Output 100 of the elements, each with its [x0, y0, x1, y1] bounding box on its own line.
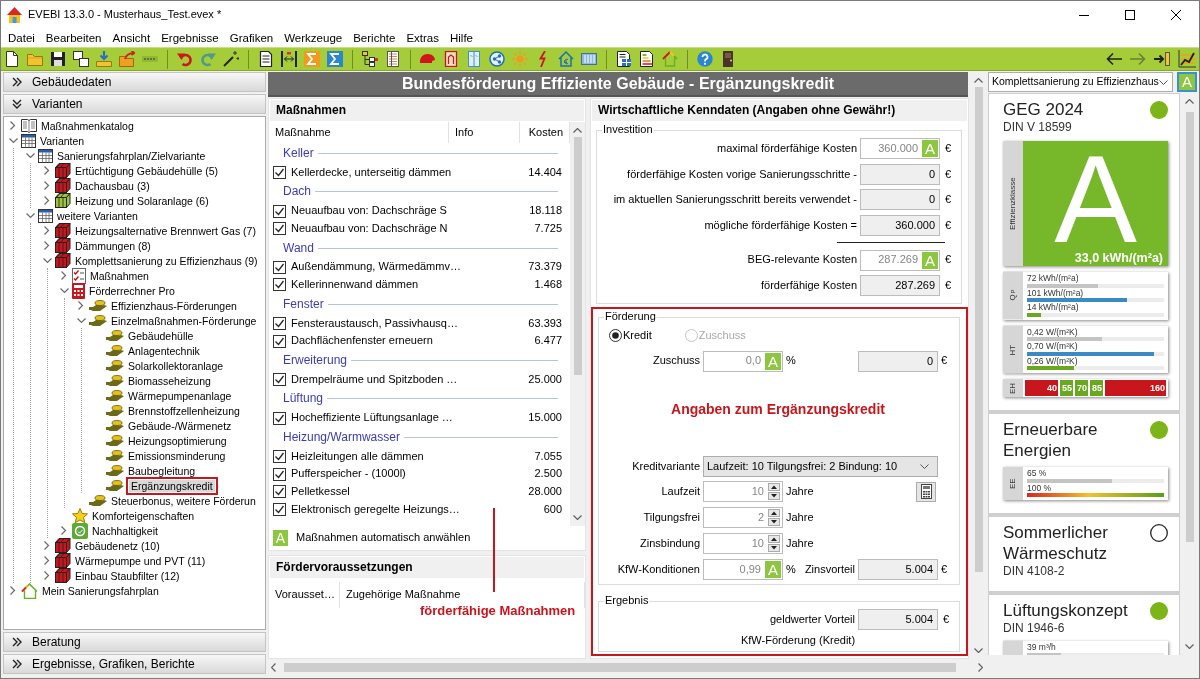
chevron-right-icon[interactable] [44, 196, 50, 205]
chevron-down-icon[interactable] [25, 152, 35, 159]
tree-item[interactable]: Effizienzhaus-Förderungen [109, 298, 239, 313]
vertical-scrollbar[interactable] [570, 122, 585, 526]
input-field[interactable]: 0,99 A [703, 559, 783, 581]
column-header[interactable]: Vorausset… [269, 582, 340, 608]
column-header[interactable]: Info [449, 122, 520, 143]
calculator-button[interactable] [916, 481, 936, 502]
checkbox[interactable] [273, 260, 286, 274]
column-header[interactable]: Maßnahme [269, 122, 449, 143]
house-icon[interactable] [662, 51, 678, 67]
chevron-down-icon[interactable] [59, 287, 69, 294]
tree-item[interactable]: Gebäude-/Wärmenetz [126, 418, 234, 433]
tree-item[interactable]: Gebäudenetz (10) [73, 538, 162, 553]
checkbox[interactable] [273, 467, 286, 481]
tree-item[interactable]: Mein Sanierungsfahrplan [40, 583, 161, 598]
input-field[interactable]: 0,0 A [703, 350, 783, 372]
new-document-icon[interactable] [4, 51, 20, 67]
spin-up-button[interactable] [768, 483, 780, 492]
menu-item[interactable]: Hilfe [444, 30, 479, 46]
input-field[interactable]: 2 [703, 507, 783, 529]
section-header[interactable]: Ergebnisse, Grafiken, Berichte [3, 654, 266, 674]
import-icon[interactable] [96, 51, 112, 67]
spin-down-button[interactable] [768, 518, 780, 527]
chevron-right-icon[interactable] [44, 181, 50, 190]
input-field[interactable]: 360.000 A [860, 138, 940, 160]
output-field[interactable]: 287.269 [860, 275, 940, 297]
document-table-icon[interactable] [616, 51, 632, 67]
tree-item[interactable]: Wärmepumpe und PVT (11) [73, 553, 208, 568]
tree-item[interactable]: Baubegleitung [126, 463, 198, 478]
chevron-right-icon[interactable] [44, 571, 50, 580]
magic-wand-icon[interactable] [223, 51, 239, 67]
tree-item[interactable]: Wärmepumpenanlage [126, 388, 234, 403]
chevron-right-icon[interactable] [61, 526, 67, 535]
scroll-right-button[interactable] [978, 662, 983, 672]
scroll-thumb[interactable] [573, 137, 582, 375]
undo-icon[interactable] [177, 51, 193, 67]
tree-item[interactable]: Maßnahmen [88, 268, 151, 283]
energy-label-icon[interactable] [639, 51, 655, 67]
tree-item[interactable]: Gebäudehülle [126, 328, 196, 343]
chevron-right-icon[interactable] [44, 241, 50, 250]
spin-down-button[interactable] [768, 492, 780, 501]
checkbox[interactable] [273, 316, 286, 330]
section-header[interactable]: Gebäudedaten [3, 72, 266, 92]
checkbox[interactable] [273, 411, 286, 425]
menu-item[interactable]: Extras [401, 30, 445, 46]
radio-button[interactable] [609, 329, 622, 343]
tree-item[interactable]: Anlagentechnik [126, 343, 202, 358]
section-header[interactable]: Beratung [3, 632, 266, 652]
checkbox[interactable] [273, 485, 286, 499]
chevron-down-icon[interactable] [76, 317, 86, 324]
menu-item[interactable]: Berichte [348, 30, 402, 46]
scroll-thumb[interactable] [284, 662, 956, 672]
chevron-down-icon[interactable] [8, 137, 18, 144]
help-icon[interactable] [697, 51, 713, 67]
chevron-right-icon[interactable] [44, 556, 50, 565]
arrow-left-icon[interactable] [1106, 52, 1122, 66]
export-icon[interactable] [119, 51, 135, 67]
window-icon[interactable] [466, 51, 482, 67]
tree-item[interactable]: Biomasseheizung [126, 373, 213, 388]
tree-item[interactable]: Dachausbau (3) [73, 178, 152, 193]
scroll-up-button[interactable] [573, 128, 582, 133]
scroll-up-button[interactable] [1185, 99, 1194, 104]
tree-item[interactable]: Komforteigenschaften [90, 508, 197, 523]
checkbox[interactable] [273, 373, 286, 387]
scroll-up-button[interactable] [974, 78, 983, 83]
chevron-down-icon[interactable] [42, 257, 52, 264]
variant-dropdown[interactable]: Komplettsanierung zu Effizienzhaus [988, 72, 1173, 92]
tree-item[interactable]: Maßnahmenkatalog [39, 118, 136, 133]
menu-item[interactable]: Grafiken [224, 30, 280, 46]
scroll-thumb[interactable] [1185, 112, 1194, 542]
tree-item[interactable]: Brennstoffzellenheizung [126, 403, 242, 418]
windows-icon[interactable] [73, 51, 89, 67]
tree-item[interactable]: Emissionsminderung [126, 448, 228, 463]
save-icon[interactable] [50, 51, 66, 67]
checkbox[interactable] [273, 503, 286, 517]
network-icon[interactable] [489, 51, 505, 67]
scroll-thumb[interactable] [974, 87, 983, 572]
scroll-down-button[interactable] [974, 648, 983, 653]
tree-item[interactable]: Einbau Staubfilter (12) [73, 568, 182, 583]
tree-item[interactable]: Nachhaltigkeit [90, 523, 160, 538]
tree-item[interactable]: Förderrechner Pro [87, 283, 177, 298]
door-icon[interactable] [720, 51, 736, 67]
checkbox[interactable] [273, 450, 286, 464]
chevron-right-icon[interactable] [10, 586, 16, 595]
output-field[interactable]: 5.004 [858, 609, 938, 631]
chevron-right-icon[interactable] [61, 271, 67, 280]
output-field[interactable]: 360.000 [860, 215, 940, 237]
chevron-right-icon[interactable] [78, 301, 84, 310]
chevron-down-icon[interactable] [25, 212, 35, 219]
chevron-right-icon[interactable] [44, 226, 50, 235]
tree-item[interactable]: Heizungsalternative Brennwert Gas (7) [73, 223, 258, 238]
checkbox[interactable] [273, 204, 286, 218]
menu-item[interactable]: Bearbeiten [40, 30, 108, 46]
checkbox[interactable] [273, 334, 286, 348]
input-field[interactable]: 10 [703, 481, 783, 503]
tree-item[interactable]: Ertüchtigung Gebäudehülle (5) [73, 163, 220, 178]
checkbox[interactable] [273, 222, 286, 236]
output-field[interactable]: 5.004 [858, 559, 938, 581]
input-field[interactable]: 287.269 A [860, 249, 940, 271]
